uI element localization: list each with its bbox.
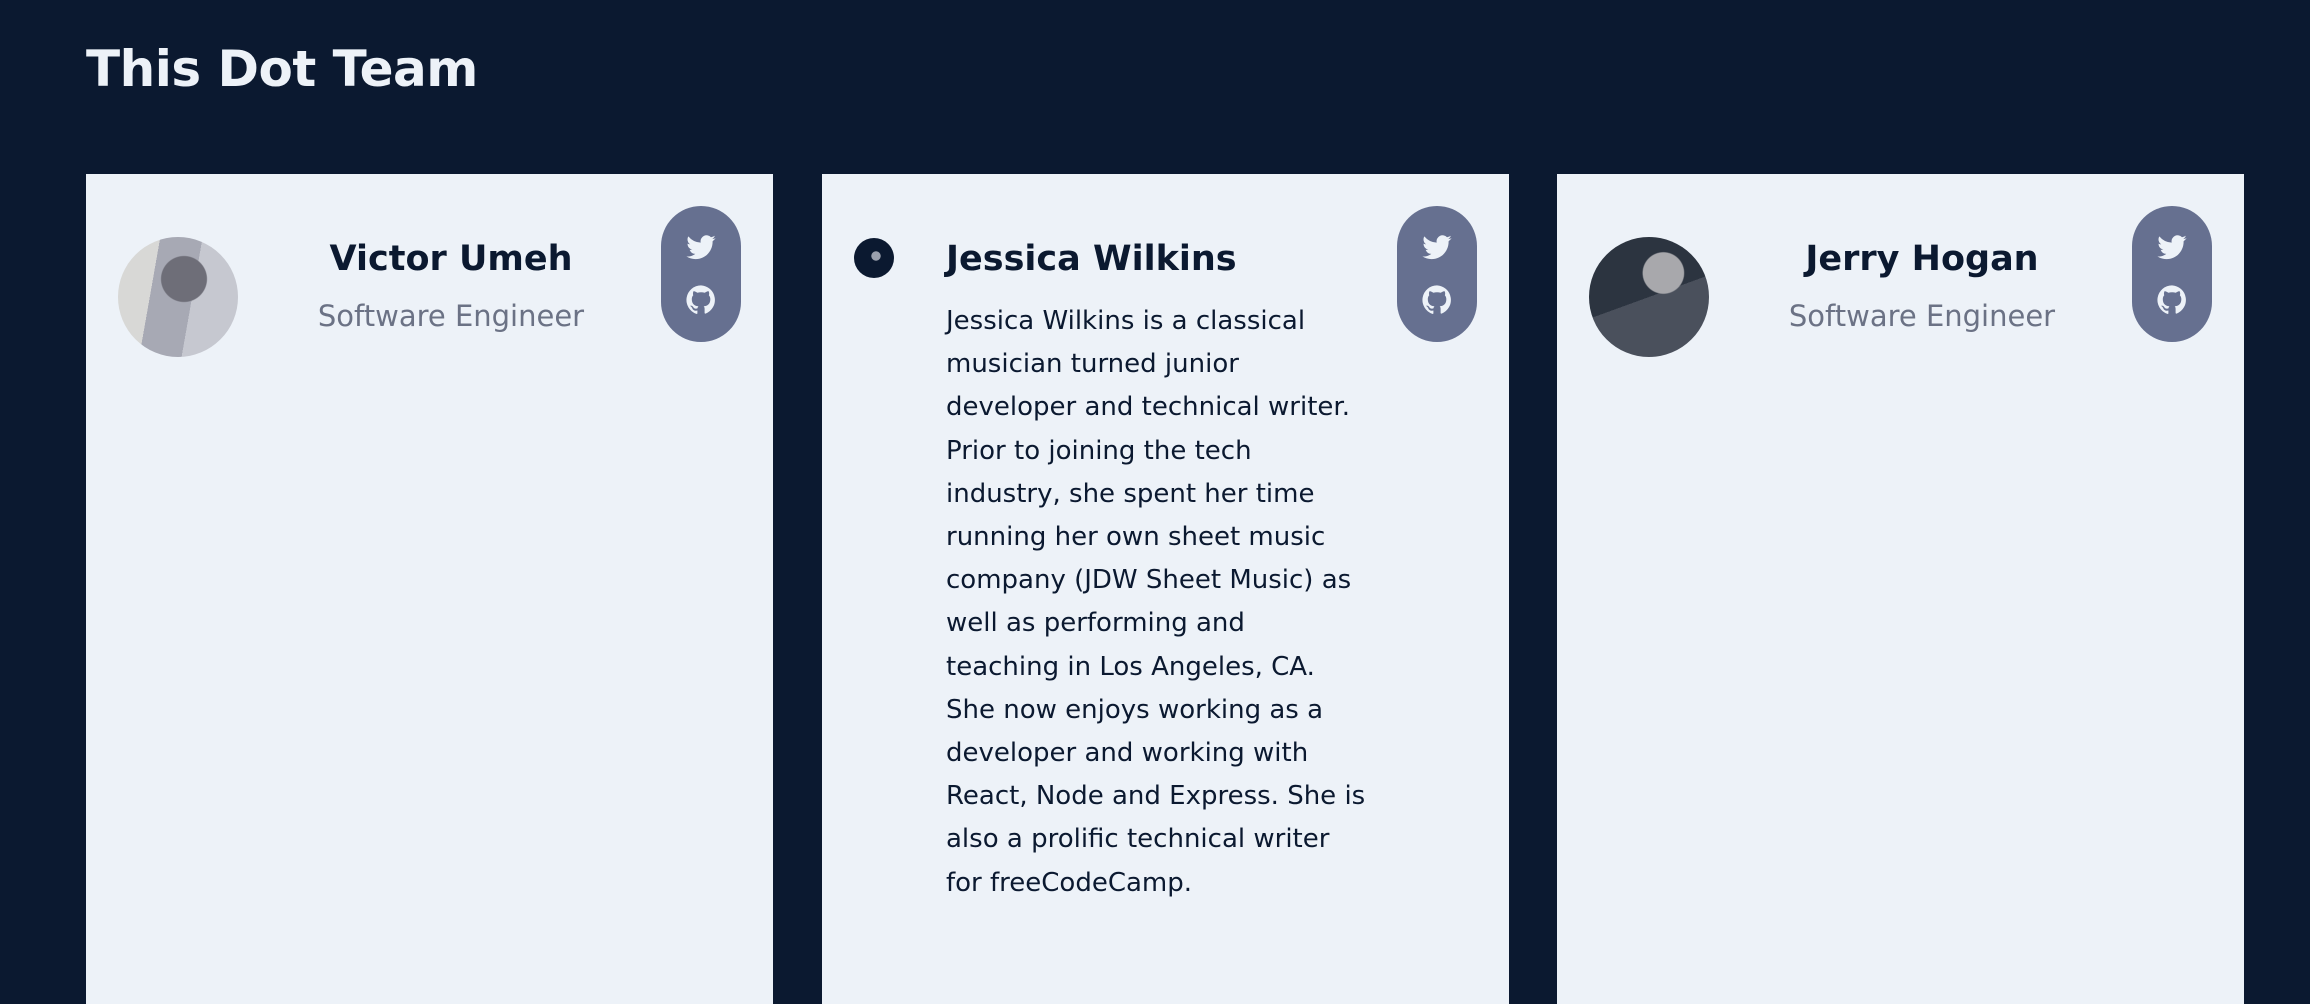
member-bio: Jessica Wilkins is a classical musician …	[946, 306, 1366, 898]
avatar	[118, 237, 238, 357]
member-name: Jerry Hogan	[1805, 239, 2039, 279]
twitter-icon[interactable]	[685, 232, 717, 264]
team-member-card: Victor Umeh Software Engineer	[86, 174, 773, 1004]
team-member-card: Jessica Wilkins Jessica Wilkins is a cla…	[822, 174, 1509, 1004]
twitter-icon[interactable]	[1421, 232, 1453, 264]
github-icon[interactable]	[685, 284, 717, 316]
member-info: Jessica Wilkins Jessica Wilkins is a cla…	[946, 238, 1386, 905]
social-links	[1397, 206, 1477, 342]
member-info: Victor Umeh Software Engineer	[246, 238, 656, 334]
social-links	[2132, 206, 2212, 342]
page-title: This Dot Team	[86, 40, 478, 98]
avatar	[1589, 237, 1709, 357]
member-role: Software Engineer	[1788, 299, 2056, 333]
member-name: Jessica Wilkins	[946, 239, 1237, 279]
team-member-card: Jerry Hogan Software Engineer	[1557, 174, 2244, 1004]
social-links	[661, 206, 741, 342]
twitter-icon[interactable]	[2156, 232, 2188, 264]
member-info: Jerry Hogan Software Engineer	[1717, 238, 2127, 334]
member-role: Software Engineer	[317, 299, 585, 333]
github-icon[interactable]	[1421, 284, 1453, 316]
github-icon[interactable]	[2156, 284, 2188, 316]
member-name: Victor Umeh	[329, 239, 573, 279]
avatar	[854, 238, 894, 278]
